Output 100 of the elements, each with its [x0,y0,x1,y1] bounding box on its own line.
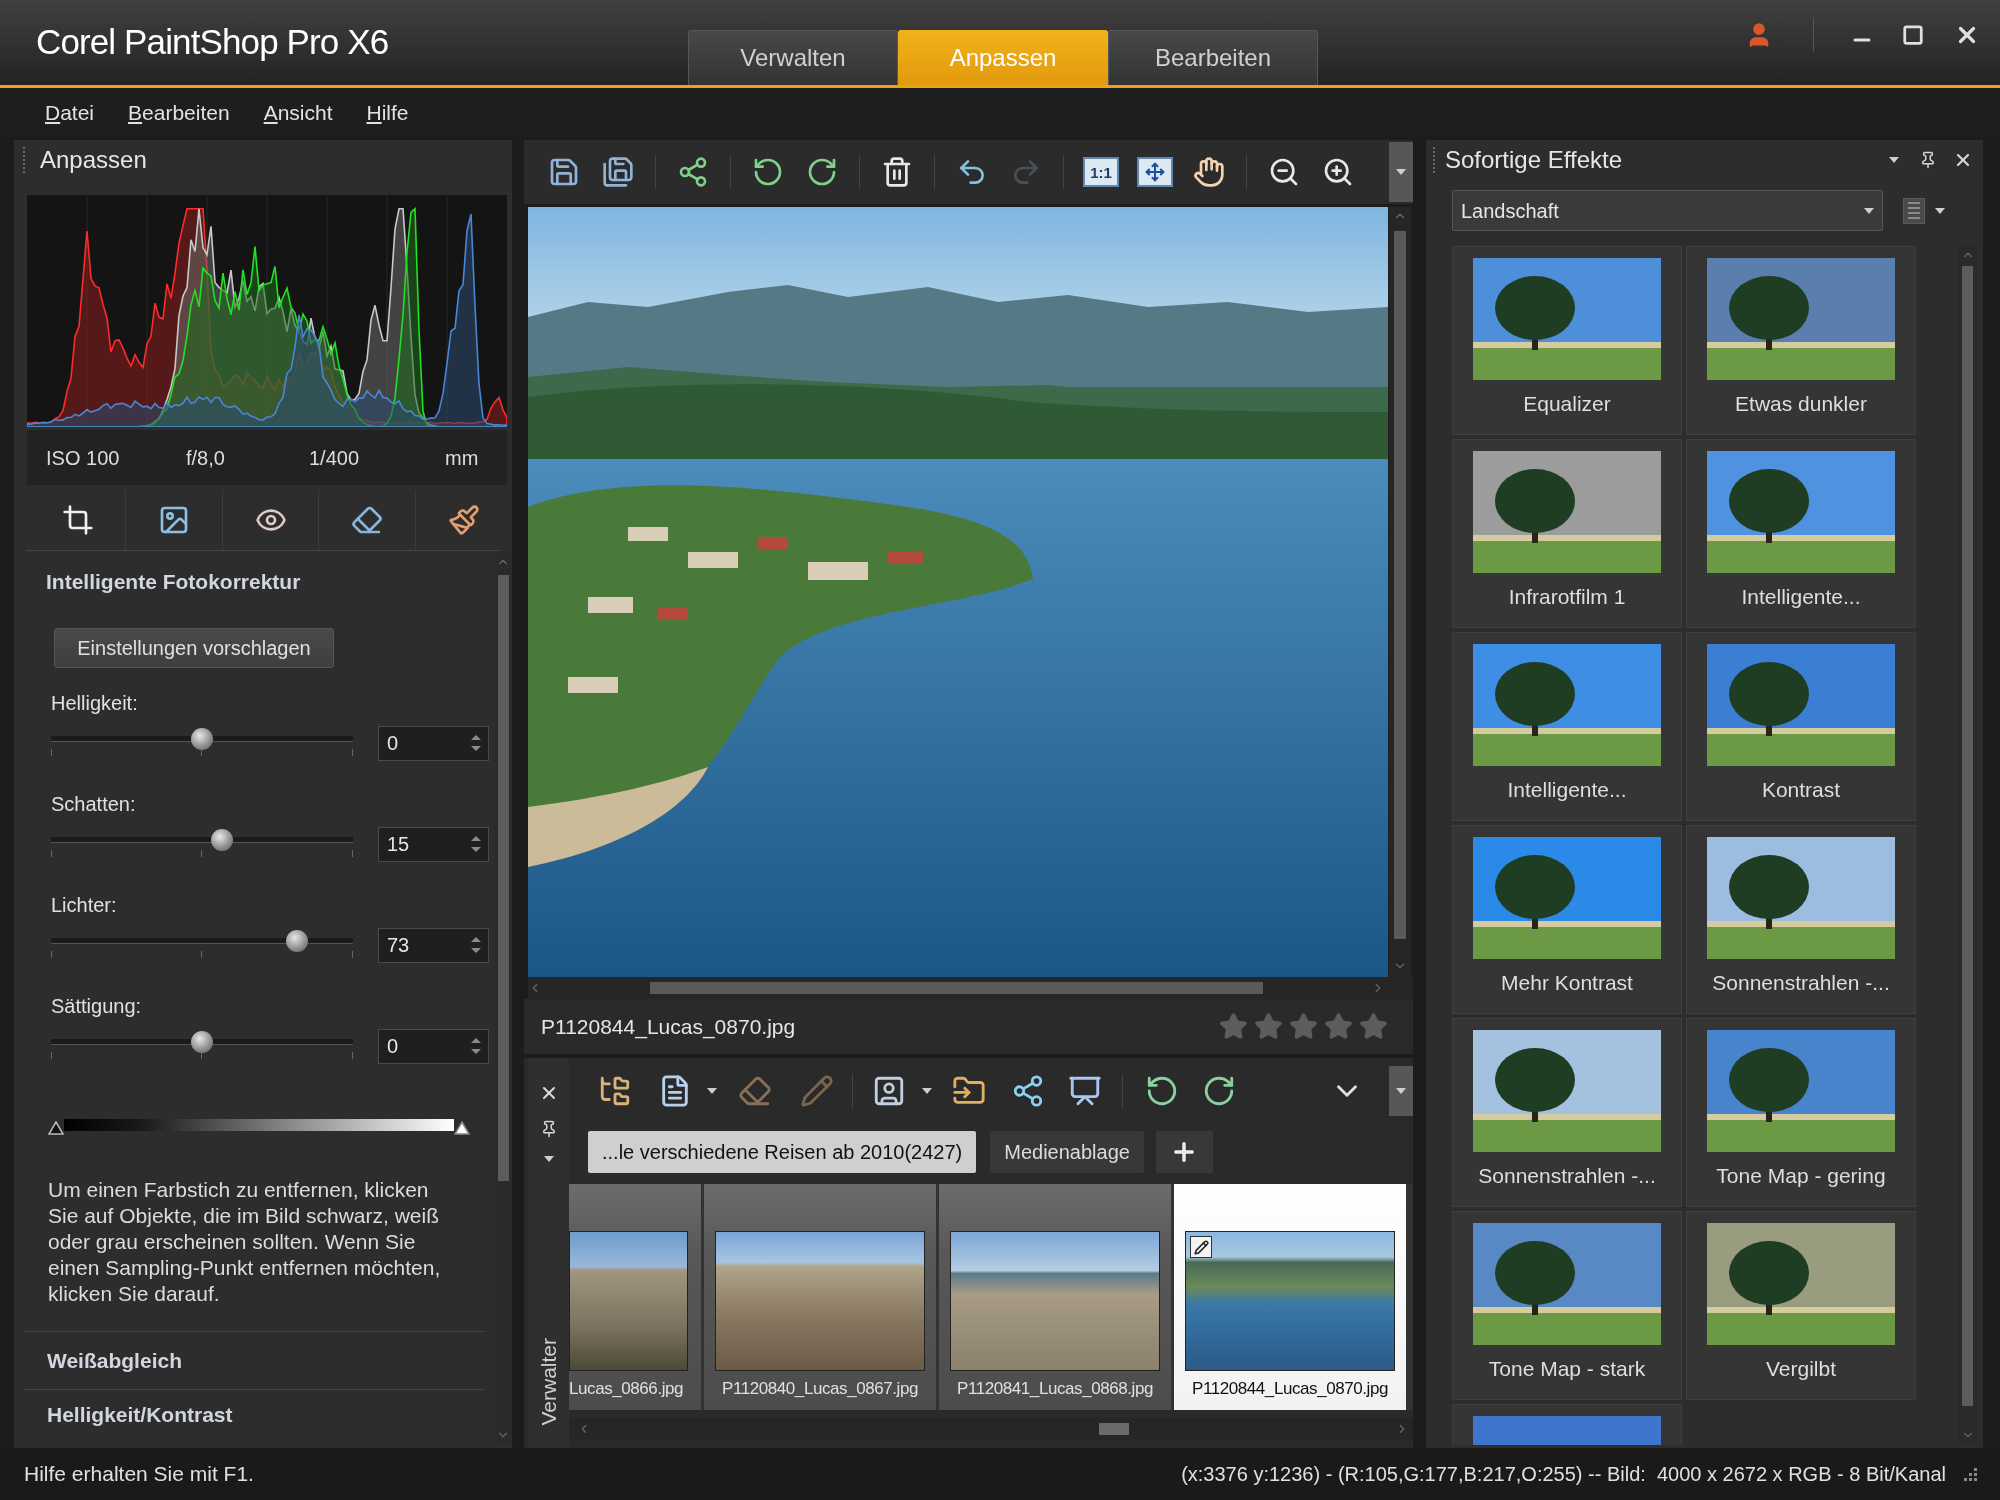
list-view-icon[interactable] [1903,197,1925,224]
scrollbar-thumb[interactable] [1394,231,1406,939]
scrollbar-track[interactable] [1389,207,1411,977]
share-icon[interactable] [1011,1073,1045,1108]
maximize-icon[interactable] [1902,24,1924,46]
star-icon[interactable] [1324,1012,1353,1041]
scrollbar-track[interactable] [528,977,1413,999]
effect-tile[interactable]: Kontrast [1686,632,1916,821]
section-title[interactable]: Weißabgleich [47,1344,182,1377]
effect-tile[interactable]: Mehr Kontrast [1452,825,1682,1014]
effect-label: Etwas dunkler [1735,391,1867,417]
suggest-settings-button[interactable]: Einstellungen vorschlagen [54,628,334,668]
effect-tile[interactable]: Tone Map - gering [1686,1018,1916,1207]
workspace-tab[interactable]: Bearbeiten [1108,30,1318,85]
toolbar-overflow-button[interactable] [1389,142,1413,202]
effect-label: Intelligente... [1741,584,1861,610]
effect-tile[interactable]: Equalizer [1452,246,1682,435]
menu-item[interactable]: Ansicht [263,96,333,129]
organizer-label: Verwalter [535,1338,561,1426]
thumbnail-tile[interactable]: P1120844_Lucas_0870.jpg [1174,1184,1406,1410]
zoom-in-icon[interactable] [1322,156,1354,188]
section-title[interactable]: Helligkeit/Kontrast [47,1398,233,1431]
effect-label: Equalizer [1523,391,1611,417]
paintbrush-icon[interactable] [447,504,480,536]
caret-icon[interactable] [1396,169,1406,175]
effect-tile[interactable]: Intelligente... [1686,439,1916,628]
star-icon[interactable] [1359,1012,1388,1041]
grip-icon[interactable] [1432,147,1436,173]
thumbnail-tile[interactable]: Lucas_0866.jpg [569,1184,701,1410]
slider-thumb[interactable] [286,930,309,952]
panel-title: Anpassen [40,145,147,175]
workspace-tab[interactable]: Verwalten [688,30,898,85]
thumbnail-tile[interactable]: P1120841_Lucas_0868.jpg [939,1184,1171,1410]
zoom-out-icon[interactable] [1268,156,1300,188]
caret-icon[interactable] [543,1156,554,1162]
spinner-icon[interactable] [470,1035,482,1057]
triangle-marker-icon[interactable] [48,1121,64,1135]
effect-tile[interactable]: Tone Map - stark [1452,1211,1682,1400]
slider-thumb[interactable] [191,728,213,750]
section-title[interactable]: Intelligente Fotokorrektur [46,568,301,596]
category-dropdown[interactable]: Landschaft [1452,190,1883,231]
eraser-icon[interactable] [350,504,383,536]
caret-icon[interactable] [1935,207,1945,214]
save-icon[interactable] [548,156,580,188]
star-icon[interactable] [1289,1012,1318,1041]
scrollbar-thumb[interactable] [1962,266,1973,1406]
thumbnail-tile[interactable]: P1120840_Lucas_0867.jpg [704,1184,936,1410]
slider-thumb[interactable] [210,829,233,851]
panel-title: Sofortige Effekte [1445,145,1622,175]
effect-tile[interactable]: Intelligente... [1452,632,1682,821]
effect-tile[interactable]: Etwas dunkler [1686,246,1916,435]
toolbar-overflow-button[interactable] [1389,1065,1413,1116]
menu-item[interactable]: Datei [45,96,95,129]
value-field[interactable]: 0 [378,1028,489,1064]
resize-grip-icon[interactable] [1962,1466,1978,1482]
effect-tile[interactable]: Infrarotfilm 1 [1452,439,1682,628]
value-field[interactable]: 0 [378,725,489,761]
star-icon[interactable] [1254,1012,1283,1041]
slider-label: Helligkeit: [51,691,138,716]
menu-item[interactable]: Hilfe [366,96,409,129]
fit-to-window-icon[interactable] [1137,157,1173,187]
pencil-icon[interactable] [800,1073,834,1108]
spinner-icon[interactable] [470,833,482,855]
crop-icon[interactable] [61,504,94,536]
effect-tile[interactable]: Sonnenstrahlen -... [1452,1018,1682,1207]
rotate-left-icon[interactable] [752,156,784,188]
save-as-icon[interactable] [602,156,634,188]
value-field[interactable]: 73 [378,927,489,963]
effect-tile[interactable] [1452,1404,1682,1445]
menu-item[interactable]: Bearbeiten [128,96,230,129]
exif-value: 1/400 [309,445,361,471]
caret-icon[interactable] [707,1087,717,1094]
scrollbar-thumb[interactable] [1099,1423,1129,1435]
scrollbar-thumb[interactable] [650,982,1263,994]
share-icon[interactable] [677,156,709,188]
effect-label: Tone Map - gering [1716,1163,1886,1189]
caret-icon[interactable] [1396,1087,1406,1094]
collection-tab[interactable]: ...le verschiedene Reisen ab 2010(2427) [588,1131,977,1173]
actual-size-button[interactable]: 1:1 [1083,157,1119,187]
caret-icon[interactable] [1889,157,1899,163]
scrollbar-track[interactable] [569,1418,1413,1440]
caret-icon[interactable] [922,1087,932,1094]
add-tab-button[interactable] [1155,1131,1213,1173]
trash-icon[interactable] [881,156,913,188]
value-field[interactable]: 15 [378,826,489,862]
spinner-icon[interactable] [470,934,482,956]
caret-icon[interactable] [1864,207,1874,214]
collection-tab[interactable]: Medienablage [990,1131,1144,1173]
rotate-right-icon[interactable] [806,156,838,188]
scrollbar-thumb[interactable] [497,575,509,1181]
grip-icon[interactable] [22,147,26,173]
effect-tile[interactable]: Vergilbt [1686,1211,1916,1400]
star-icon[interactable] [1219,1012,1248,1041]
hand-icon[interactable] [1193,156,1225,188]
effect-tile[interactable]: Sonnenstrahlen -... [1686,825,1916,1014]
slider-thumb[interactable] [191,1031,213,1053]
spinner-icon[interactable] [470,732,482,754]
pin-icon[interactable] [1919,151,1937,169]
star-rating[interactable] [1219,1012,1388,1041]
triangle-marker-icon[interactable] [454,1121,470,1135]
